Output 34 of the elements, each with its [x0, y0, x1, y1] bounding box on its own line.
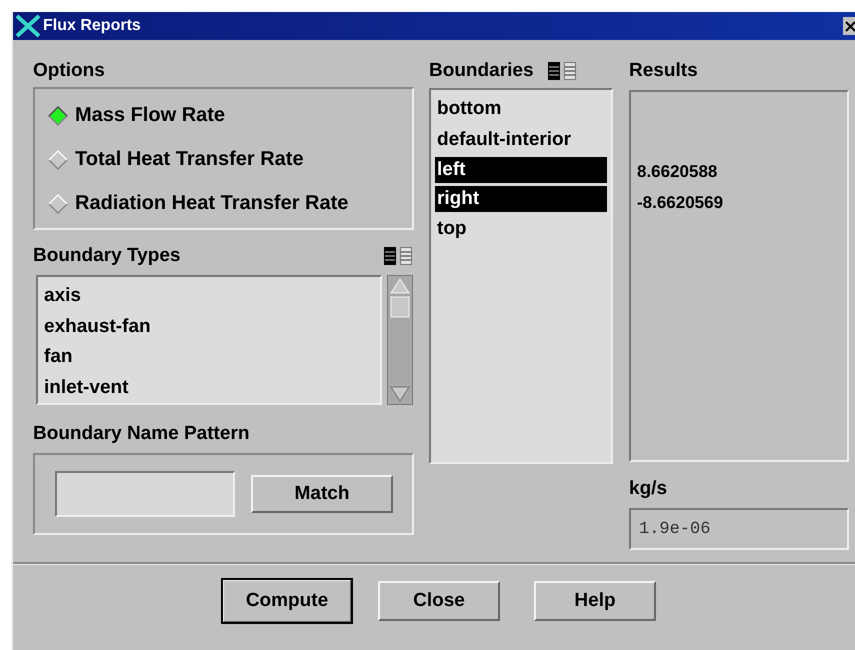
group-label: Results — [629, 59, 699, 83]
radio-option[interactable]: Mass Flow Rate — [47, 103, 412, 128]
list-item[interactable]: fan — [42, 342, 376, 372]
list-item[interactable]: inlet-vent — [42, 372, 376, 403]
list-item[interactable]: left — [435, 157, 607, 183]
scrollbar[interactable] — [387, 275, 413, 405]
select-all-icon[interactable] — [384, 247, 396, 265]
dialog-button[interactable]: Help — [534, 581, 656, 621]
unit-label: kg/s — [629, 477, 668, 501]
list-item[interactable]: default-interior — [435, 124, 607, 155]
net-result-field: 1.9e-06 — [629, 508, 849, 550]
list-item[interactable]: exhaust-fan — [42, 312, 376, 342]
list-item[interactable]: bottom — [435, 94, 607, 124]
x-logo-icon — [15, 14, 41, 38]
group-label: Boundaries — [429, 59, 534, 83]
group-label: Options — [33, 59, 106, 83]
result-value: -8.6620569 — [637, 192, 724, 212]
radio-option[interactable]: Radiation Heat Transfer Rate — [47, 191, 412, 216]
group-label: Boundary Name Pattern — [33, 422, 250, 446]
match-button[interactable]: Match — [251, 475, 393, 513]
dialog-button[interactable]: Close — [378, 581, 500, 621]
list-item[interactable]: top — [435, 214, 607, 244]
close-icon[interactable] — [843, 17, 855, 35]
result-value: 8.6620588 — [637, 162, 718, 181]
select-all-icon[interactable] — [548, 62, 560, 80]
group-label: Boundary Types — [33, 244, 180, 268]
dialog-button[interactable]: Compute — [222, 579, 352, 623]
list-item[interactable]: axis — [42, 281, 376, 312]
radio-option[interactable]: Total Heat Transfer Rate — [47, 147, 412, 172]
deselect-all-icon[interactable] — [400, 247, 412, 265]
list-item[interactable]: right — [435, 186, 607, 212]
deselect-all-icon[interactable] — [564, 62, 576, 80]
window-title: Flux Reports — [43, 17, 141, 35]
pattern-field[interactable] — [55, 471, 235, 517]
